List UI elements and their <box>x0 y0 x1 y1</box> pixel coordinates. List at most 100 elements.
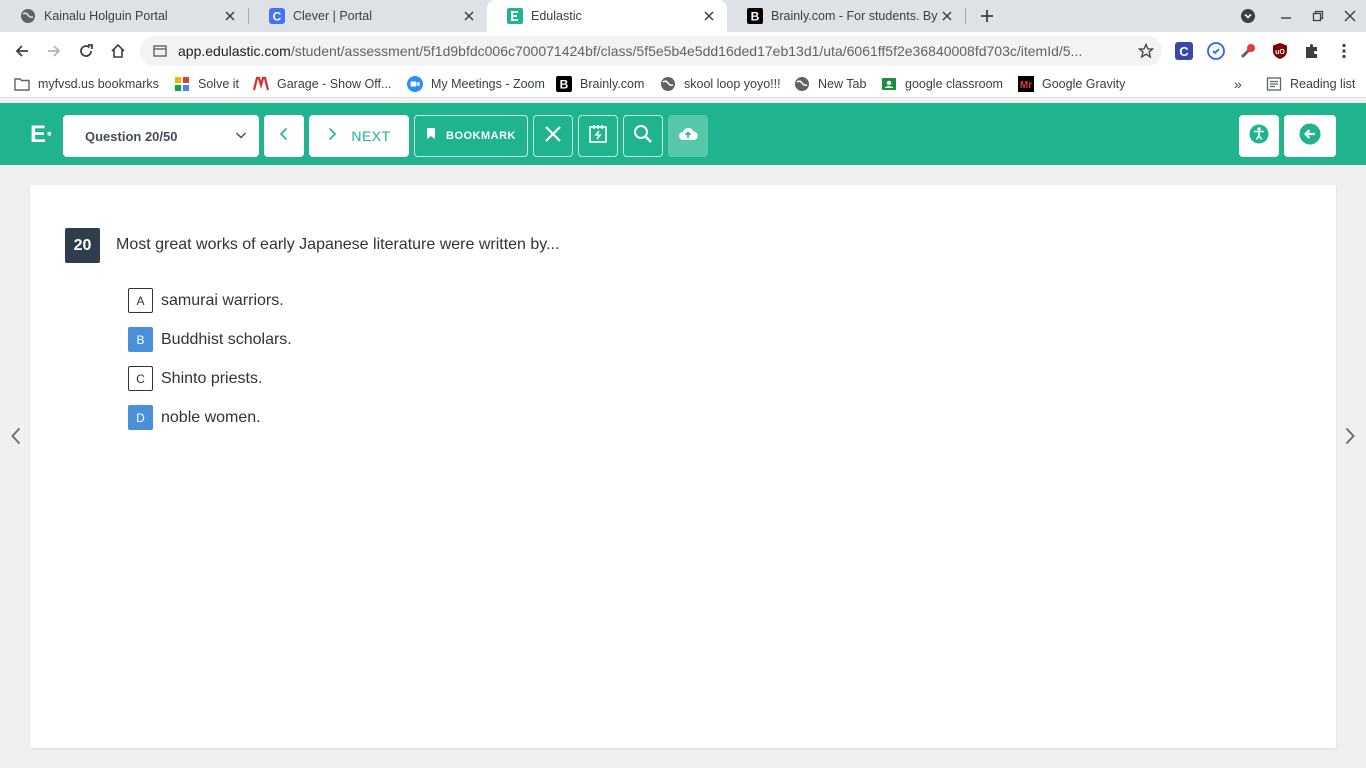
option-letter: B <box>128 327 153 352</box>
forward-arrow-icon[interactable] <box>40 37 68 65</box>
bookmark-label: Google Gravity <box>1042 77 1126 91</box>
next-page-arrow[interactable] <box>1342 427 1358 445</box>
eliminate-button[interactable] <box>533 115 573 157</box>
close-icon[interactable] <box>222 8 238 24</box>
reading-list-button[interactable]: Reading list <box>1266 75 1355 93</box>
magnifier-icon <box>633 124 653 149</box>
exit-arrow-icon <box>1299 123 1321 150</box>
bookmarks-overflow-button[interactable]: » <box>1234 75 1242 93</box>
accessibility-button[interactable] <box>1239 115 1279 157</box>
svg-text:C: C <box>1179 44 1189 59</box>
extension-c-icon[interactable]: C <box>1175 42 1193 60</box>
option-c[interactable]: C Shinto priests. <box>128 366 262 391</box>
tab-clever-portal[interactable]: C Clever | Portal <box>249 0 487 32</box>
cube-icon <box>174 76 190 92</box>
save-cloud-button[interactable] <box>668 115 708 157</box>
zoom-button[interactable] <box>623 115 663 157</box>
chevron-down-icon <box>235 129 247 144</box>
puzzle-icon[interactable] <box>1303 42 1321 60</box>
bookmark-google-gravity[interactable]: Mr Google Gravity <box>1018 75 1125 93</box>
close-icon[interactable] <box>461 8 477 24</box>
bookmark-label: BOOKMARK <box>446 130 516 142</box>
tab-kainalu-portal[interactable]: Kainalu Holguin Portal <box>0 0 248 32</box>
garage-icon <box>253 76 269 92</box>
bookmark-icon <box>426 127 436 145</box>
bookmark-google-classroom[interactable]: google classroom <box>881 75 1003 93</box>
svg-text:uO: uO <box>1275 49 1285 56</box>
gravity-icon: Mr <box>1018 76 1034 92</box>
globe-icon <box>660 76 676 92</box>
chevron-right-icon <box>327 127 337 146</box>
clever-icon: C <box>269 8 285 24</box>
bookmark-brainly[interactable]: B Brainly.com <box>556 75 644 93</box>
question-text: Most great works of early Japanese liter… <box>116 236 560 253</box>
bookmark-label: My Meetings - Zoom <box>431 77 545 91</box>
window-close-icon[interactable] <box>1338 4 1362 28</box>
option-text: Buddhist scholars. <box>161 330 292 348</box>
bookmark-new-tab[interactable]: New Tab <box>794 75 866 93</box>
reload-icon[interactable] <box>72 37 100 65</box>
new-tab-button[interactable] <box>975 4 999 28</box>
bookmark-label: Brainly.com <box>580 77 645 91</box>
brainly-icon: B <box>747 8 763 24</box>
bookmark-skool-loop[interactable]: skool loop yoyo!!! <box>660 75 781 93</box>
question-card: 20 Most great works of early Japanese li… <box>30 185 1336 748</box>
previous-button[interactable] <box>264 115 304 157</box>
extension-shield-icon[interactable] <box>1207 42 1225 60</box>
tab-title: Edulastic <box>531 9 582 23</box>
bookmark-label: google classroom <box>905 77 1003 91</box>
bookmark-button[interactable]: BOOKMARK <box>414 115 528 157</box>
more-vertical-icon[interactable] <box>1335 42 1353 60</box>
bookmark-zoom[interactable]: My Meetings - Zoom <box>407 75 545 93</box>
tab-edulastic[interactable]: Edulastic <box>487 0 727 32</box>
minimize-icon[interactable] <box>1274 4 1298 28</box>
question-select[interactable]: Question 20/50 <box>63 115 259 157</box>
extension-wrench-icon[interactable] <box>1239 42 1257 60</box>
zoom-icon <box>407 76 423 92</box>
star-icon[interactable] <box>1137 42 1155 59</box>
option-text: Shinto priests. <box>161 369 263 387</box>
restore-icon[interactable] <box>1306 4 1330 28</box>
home-icon[interactable] <box>104 37 132 65</box>
option-a[interactable]: A samurai warriors. <box>128 288 284 313</box>
svg-text:B: B <box>751 10 760 24</box>
bookmark-solve-it[interactable]: Solve it <box>174 75 239 93</box>
next-button[interactable]: NEXT <box>309 115 409 157</box>
close-icon[interactable] <box>939 8 955 24</box>
brainly-icon: B <box>556 76 572 92</box>
tab-title: Kainalu Holguin Portal <box>44 9 168 23</box>
address-bar[interactable]: app.edulastic.com /student/assessment/5f… <box>140 36 1162 66</box>
bookmark-label: Solve it <box>198 77 239 91</box>
option-letter: A <box>128 288 153 313</box>
ublock-icon[interactable]: uO <box>1271 42 1289 60</box>
option-b[interactable]: B Buddhist scholars. <box>128 327 292 352</box>
browser-toolbar: app.edulastic.com /student/assessment/5f… <box>0 32 1366 70</box>
close-icon[interactable] <box>701 8 717 24</box>
exit-button[interactable] <box>1284 115 1336 157</box>
chevron-left-icon <box>278 127 290 146</box>
option-letter: C <box>128 366 153 391</box>
globe-icon <box>20 8 36 24</box>
svg-text:B: B <box>560 78 569 92</box>
bookmark-garage[interactable]: Garage - Show Off... <box>253 75 391 93</box>
tab-title: Clever | Portal <box>293 9 372 23</box>
close-x-icon <box>544 125 562 148</box>
next-label: NEXT <box>351 128 391 144</box>
cloud-upload-icon <box>678 126 698 147</box>
accessibility-icon <box>1249 124 1269 149</box>
app-header: E· Question 20/50 NEXT BOOKMARK <box>0 103 1366 165</box>
site-info-icon[interactable] <box>152 43 168 59</box>
scratchpad-button[interactable] <box>578 115 618 157</box>
url-path: /student/assessment/5f1d9bfdc006c7000714… <box>290 43 1083 59</box>
previous-page-arrow[interactable] <box>8 427 24 445</box>
tab-search-icon[interactable] <box>1236 4 1260 28</box>
option-d[interactable]: D noble women. <box>128 405 261 430</box>
option-letter: D <box>128 405 153 430</box>
reading-list-label: Reading list <box>1290 77 1356 91</box>
globe-icon <box>794 76 810 92</box>
back-arrow-icon[interactable] <box>8 37 36 65</box>
scratchpad-icon <box>588 124 608 149</box>
tab-brainly[interactable]: B Brainly.com - For students. By st <box>727 0 965 32</box>
bookmark-myfvsd[interactable]: myfvsd.us bookmarks <box>14 75 159 93</box>
bookmark-label: New Tab <box>818 77 867 91</box>
